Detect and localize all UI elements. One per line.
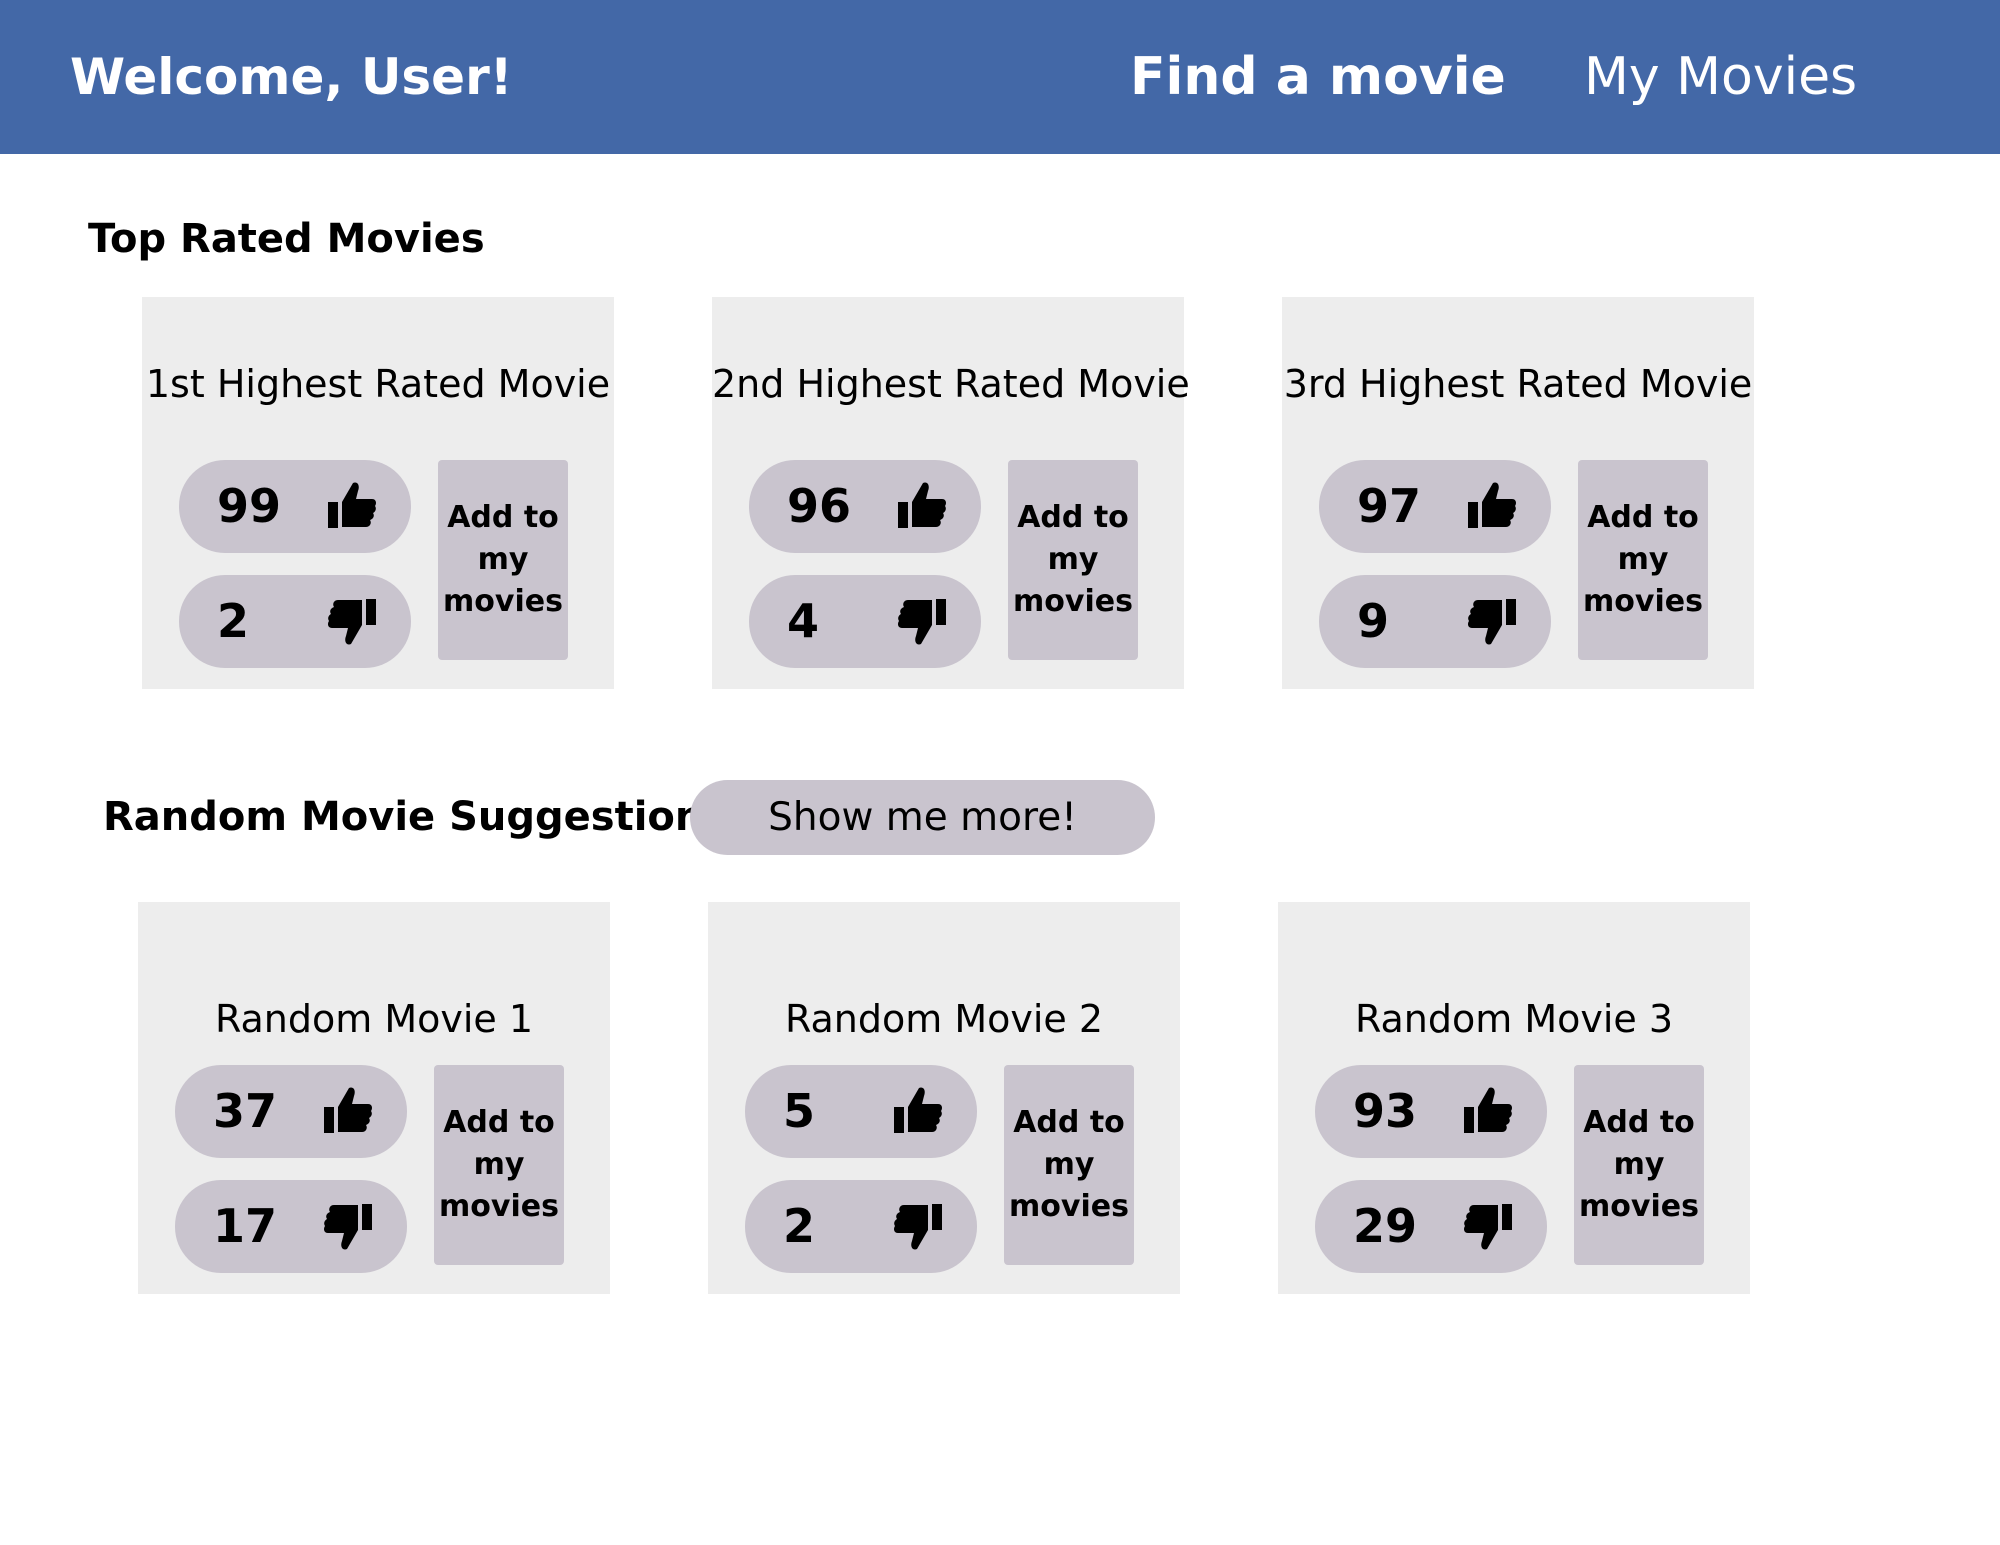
random-suggestions-heading: Random Movie Suggestions <box>103 794 728 840</box>
welcome-text: Welcome, User! <box>70 48 513 106</box>
add-button-label: Add to my movies <box>1579 1105 1699 1224</box>
nav-find-a-movie[interactable]: Find a movie <box>1130 45 1506 109</box>
movie-title: Random Movie 1 <box>214 997 534 1041</box>
add-button-label: Add to my movies <box>439 1105 559 1224</box>
movie-title: 1st Highest Rated Movie <box>145 362 611 406</box>
like-count: 5 <box>783 1084 816 1138</box>
add-to-my-movies-button[interactable]: Add to my movies <box>1004 1065 1134 1265</box>
dislike-count: 2 <box>217 594 250 648</box>
dislike-counter[interactable]: 9 <box>1319 575 1551 668</box>
thumbs-up-icon[interactable] <box>1463 1085 1513 1137</box>
thumbs-up-icon[interactable] <box>327 480 377 532</box>
random-movie-card-1: Random Movie 1 37 17 Add to my movies <box>138 902 610 1294</box>
add-button-label: Add to my movies <box>443 500 563 619</box>
like-counter[interactable]: 96 <box>749 460 981 553</box>
random-movie-card-2: Random Movie 2 5 2 Add to my movies <box>708 902 1180 1294</box>
thumbs-down-icon[interactable] <box>1463 1200 1513 1252</box>
add-to-my-movies-button[interactable]: Add to my movies <box>1574 1065 1704 1265</box>
thumbs-up-icon[interactable] <box>897 480 947 532</box>
dislike-counter[interactable]: 29 <box>1315 1180 1547 1273</box>
random-movie-card-3: Random Movie 3 93 29 Add to my movies <box>1278 902 1750 1294</box>
top-movie-card-3: 3rd Highest Rated Movie 97 9 Add to my m… <box>1282 297 1754 689</box>
show-more-button[interactable]: Show me more! <box>690 780 1155 855</box>
dislike-count: 2 <box>783 1199 816 1253</box>
thumbs-up-icon[interactable] <box>323 1085 373 1137</box>
movie-title: 2nd Highest Rated Movie <box>712 362 1190 406</box>
thumbs-down-icon[interactable] <box>1467 595 1517 647</box>
add-to-my-movies-button[interactable]: Add to my movies <box>438 460 568 660</box>
thumbs-down-icon[interactable] <box>323 1200 373 1252</box>
dislike-count: 29 <box>1353 1199 1418 1253</box>
top-movie-card-2: 2nd Highest Rated Movie 96 4 Add to my m… <box>712 297 1190 689</box>
movie-title: Random Movie 3 <box>1354 997 1674 1041</box>
dislike-count: 17 <box>213 1199 278 1253</box>
dislike-counter[interactable]: 2 <box>179 575 411 668</box>
dislike-counter[interactable]: 2 <box>745 1180 977 1273</box>
like-counter[interactable]: 97 <box>1319 460 1551 553</box>
movie-title: 3rd Highest Rated Movie <box>1283 362 1753 406</box>
like-count: 96 <box>787 479 852 533</box>
add-button-label: Add to my movies <box>1013 500 1133 619</box>
top-rated-heading: Top Rated Movies <box>88 216 485 262</box>
thumbs-up-icon[interactable] <box>893 1085 943 1137</box>
like-count: 97 <box>1357 479 1422 533</box>
dislike-count: 4 <box>787 594 820 648</box>
like-counter[interactable]: 99 <box>179 460 411 553</box>
like-counter[interactable]: 37 <box>175 1065 407 1158</box>
movie-title: Random Movie 2 <box>784 997 1104 1041</box>
nav-my-movies[interactable]: My Movies <box>1584 45 1857 109</box>
like-counter[interactable]: 5 <box>745 1065 977 1158</box>
top-header: Welcome, User! Find a movie My Movies <box>0 0 2000 154</box>
add-to-my-movies-button[interactable]: Add to my movies <box>434 1065 564 1265</box>
thumbs-down-icon[interactable] <box>327 595 377 647</box>
add-button-label: Add to my movies <box>1583 500 1703 619</box>
like-count: 93 <box>1353 1084 1418 1138</box>
add-to-my-movies-button[interactable]: Add to my movies <box>1008 460 1138 660</box>
add-to-my-movies-button[interactable]: Add to my movies <box>1578 460 1708 660</box>
thumbs-down-icon[interactable] <box>897 595 947 647</box>
dislike-counter[interactable]: 17 <box>175 1180 407 1273</box>
top-movie-card-1: 1st Highest Rated Movie 99 2 Add to my m… <box>142 297 614 689</box>
like-counter[interactable]: 93 <box>1315 1065 1547 1158</box>
thumbs-up-icon[interactable] <box>1467 480 1517 532</box>
dislike-counter[interactable]: 4 <box>749 575 981 668</box>
thumbs-down-icon[interactable] <box>893 1200 943 1252</box>
dislike-count: 9 <box>1357 594 1390 648</box>
like-count: 99 <box>217 479 282 533</box>
like-count: 37 <box>213 1084 278 1138</box>
add-button-label: Add to my movies <box>1009 1105 1129 1224</box>
